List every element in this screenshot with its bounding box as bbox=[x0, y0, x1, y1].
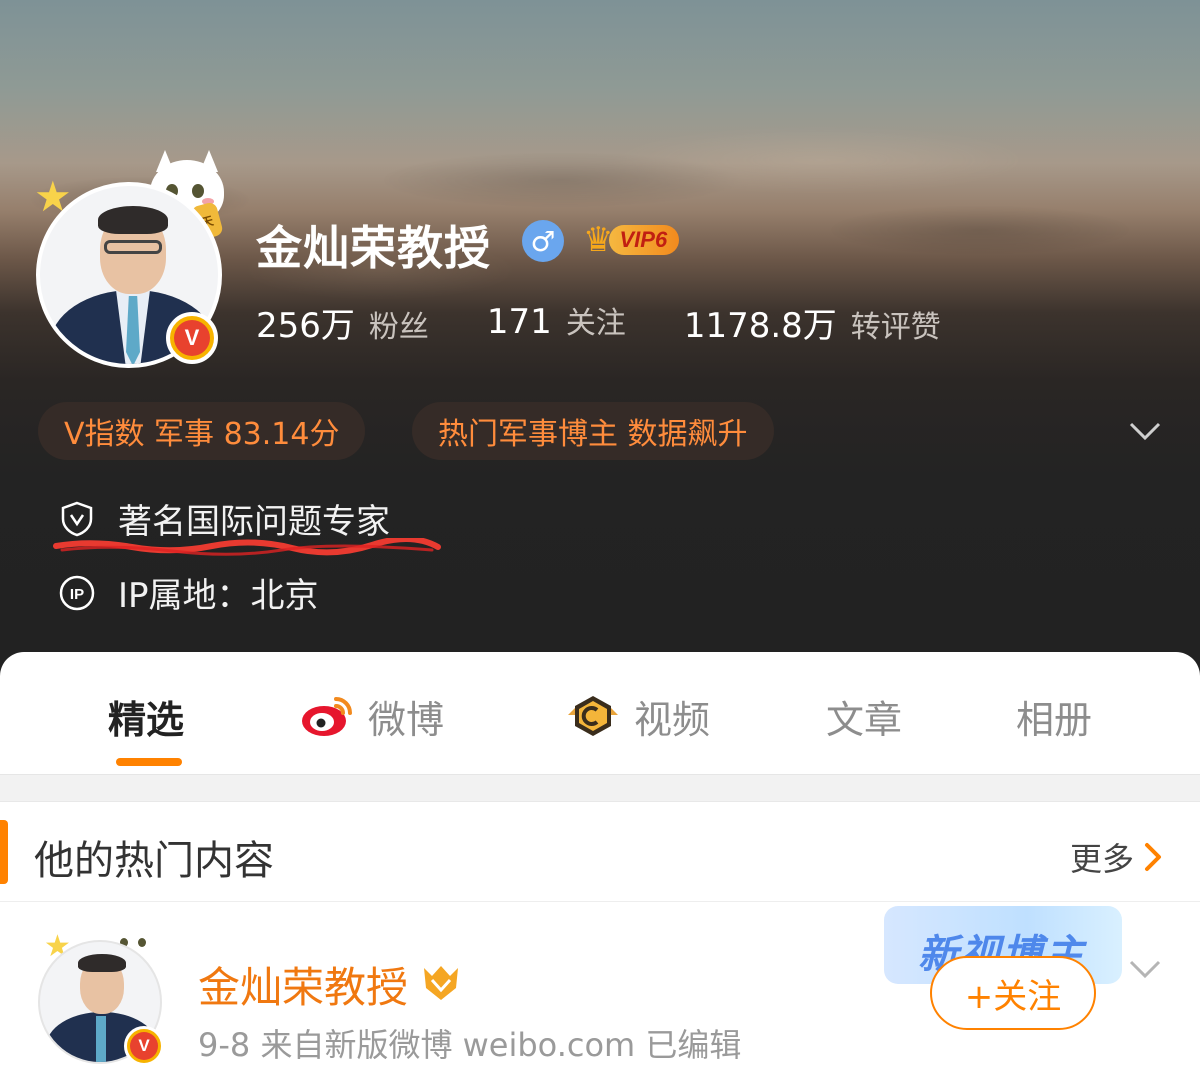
weibo-icon bbox=[302, 697, 352, 736]
svg-text:IP: IP bbox=[70, 586, 84, 603]
verification-row: 著名国际问题专家 bbox=[58, 494, 390, 543]
profile-tabs: 精选 微博 视频 文章 相册 bbox=[0, 652, 1200, 774]
vip-level-label: VIP6 bbox=[609, 225, 680, 255]
post-options-chevron-icon[interactable] bbox=[1128, 954, 1162, 984]
ip-location-text: IP属地：北京 bbox=[118, 576, 319, 616]
tab-articles[interactable]: 文章 bbox=[826, 688, 902, 744]
profile-name: 金灿荣教授 bbox=[256, 221, 491, 275]
verified-v-icon: V bbox=[166, 312, 218, 364]
post-meta: 9-8 来自新版微博 weibo.com 已编辑 bbox=[198, 1026, 742, 1064]
tab-albums[interactable]: 相册 bbox=[1016, 688, 1092, 744]
profile-avatar[interactable]: V bbox=[36, 182, 222, 368]
red-underline-mark bbox=[53, 538, 441, 556]
video-icon bbox=[568, 696, 618, 736]
section-divider bbox=[0, 774, 1200, 802]
profile-stats: 256万 粉丝 171 关注 1178.8万 转评赞 bbox=[256, 298, 999, 347]
section-accent-bar bbox=[0, 820, 8, 884]
follow-button[interactable]: +关注 bbox=[930, 956, 1096, 1030]
verified-v-icon: V bbox=[124, 1026, 164, 1066]
stat-following[interactable]: 171 关注 bbox=[487, 298, 626, 347]
v-index-pill[interactable]: V指数 军事 83.14分 bbox=[38, 402, 366, 460]
shield-icon bbox=[61, 501, 93, 536]
post-author-name[interactable]: 金灿荣教授 bbox=[198, 954, 408, 1015]
active-tab-indicator bbox=[116, 758, 182, 766]
hot-content-title: 他的热门内容 bbox=[34, 838, 274, 884]
chevron-right-icon bbox=[1145, 843, 1162, 871]
ip-icon: IP bbox=[59, 575, 95, 610]
more-link[interactable]: 更多 bbox=[1070, 834, 1162, 880]
verification-text: 著名国际问题专家 bbox=[118, 502, 390, 542]
post-card: ★ V 金灿荣教授 9-8 来自新版微博 weibo.com 已编辑 新视博主 … bbox=[0, 902, 1200, 1080]
expand-chevron-icon[interactable] bbox=[1128, 414, 1162, 448]
stat-followers[interactable]: 256万 粉丝 bbox=[256, 298, 429, 347]
tab-featured[interactable]: 精选 bbox=[108, 688, 184, 744]
post-author-avatar[interactable]: V bbox=[38, 940, 164, 1066]
medal-icon bbox=[424, 966, 458, 1000]
hot-content-header: 他的热门内容 更多 bbox=[0, 802, 1200, 902]
tab-weibo[interactable]: 微博 bbox=[300, 688, 444, 744]
ip-location-row: IP IP属地：北京 bbox=[58, 568, 319, 617]
tab-video[interactable]: 视频 bbox=[566, 688, 710, 744]
profile-header: ★ 天 V 金灿荣教授 ♂ ♛ VIP6 256万 粉丝 171 关注 1178… bbox=[0, 0, 1200, 680]
male-gender-icon: ♂ bbox=[522, 220, 564, 262]
hot-blogger-pill[interactable]: 热门军事博主 数据飙升 bbox=[412, 402, 774, 460]
vip-badge[interactable]: ♛ VIP6 bbox=[583, 220, 680, 260]
stat-interactions[interactable]: 1178.8万 转评赞 bbox=[684, 298, 941, 347]
